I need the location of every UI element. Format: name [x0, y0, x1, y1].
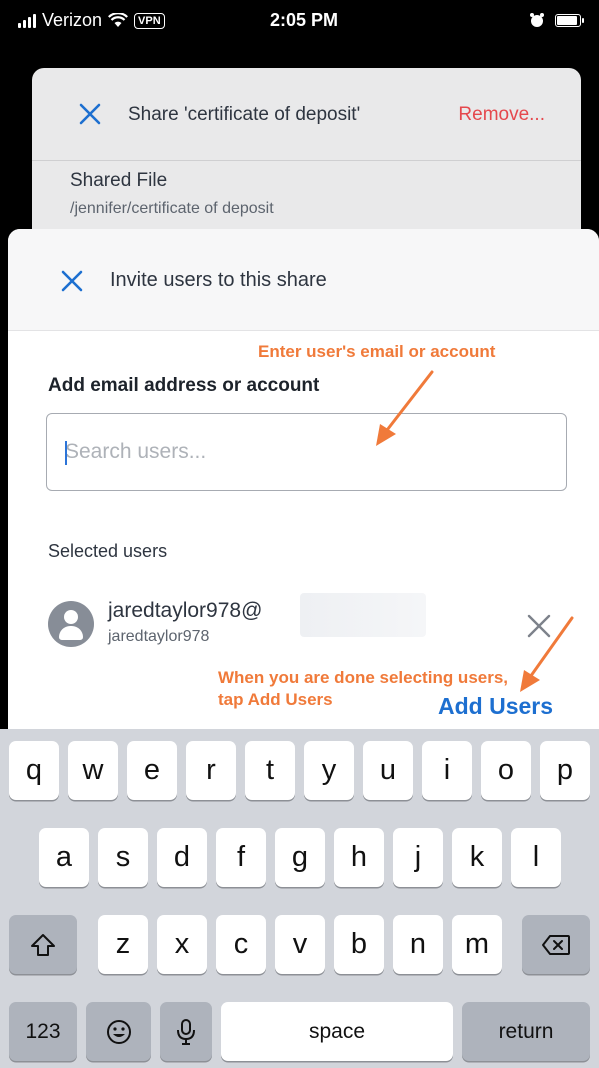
key-g[interactable]: g [275, 828, 325, 887]
key-j[interactable]: j [393, 828, 443, 887]
text-cursor [65, 441, 67, 465]
shared-file-path: /jennifer/certificate of deposit [70, 200, 274, 217]
key-e[interactable]: e [127, 741, 177, 800]
key-d[interactable]: d [157, 828, 207, 887]
selected-user-handle: jaredtaylor978 [108, 628, 210, 645]
status-left: Verizon VPN [18, 10, 165, 31]
key-h[interactable]: h [334, 828, 384, 887]
key-f[interactable]: f [216, 828, 266, 887]
key-b[interactable]: b [334, 915, 384, 974]
battery-icon [555, 13, 584, 27]
avatar [48, 601, 94, 647]
backspace-icon [542, 934, 570, 955]
space-key[interactable]: space [221, 1002, 453, 1061]
key-l[interactable]: l [511, 828, 561, 887]
add-users-button[interactable]: Add Users [438, 693, 553, 720]
email-hint-annotation: Enter user's email or account [258, 342, 496, 361]
vpn-badge: VPN [134, 12, 165, 29]
status-right [529, 12, 584, 28]
status-bar: Verizon VPN 2:05 PM [0, 0, 599, 48]
key-u[interactable]: u [363, 741, 413, 800]
selected-user-email: jaredtaylor978@ [108, 599, 263, 622]
microphone-icon [177, 1018, 195, 1045]
key-k[interactable]: k [452, 828, 502, 887]
numbers-key[interactable]: 123 [9, 1002, 77, 1061]
key-z[interactable]: z [98, 915, 148, 974]
signal-icon [18, 13, 36, 28]
key-v[interactable]: v [275, 915, 325, 974]
keyboard: q w e r t y u i o p a s d f g h j k l z … [0, 729, 599, 1068]
key-a[interactable]: a [39, 828, 89, 887]
alarm-icon [530, 13, 544, 27]
key-r[interactable]: r [186, 741, 236, 800]
field-label: Add email address or account [48, 375, 320, 396]
selected-users-label: Selected users [48, 541, 168, 561]
invite-header: Invite users to this share [8, 229, 599, 331]
emoji-key[interactable] [86, 1002, 151, 1061]
remove-button[interactable]: Remove... [458, 104, 545, 126]
key-i[interactable]: i [422, 741, 472, 800]
key-c[interactable]: c [216, 915, 266, 974]
carrier-label: Verizon [42, 10, 103, 30]
key-t[interactable]: t [245, 741, 295, 800]
key-n[interactable]: n [393, 915, 443, 974]
redacted-area [300, 593, 426, 637]
search-input[interactable] [46, 413, 567, 491]
shift-icon [31, 933, 55, 956]
remove-user-icon[interactable] [526, 613, 552, 639]
return-key[interactable]: return [462, 1002, 590, 1061]
share-header: Share 'certificate of deposit' Remove... [32, 68, 581, 161]
status-time: 2:05 PM [270, 10, 339, 30]
key-s[interactable]: s [98, 828, 148, 887]
key-p[interactable]: p [540, 741, 590, 800]
dictation-key[interactable] [160, 1002, 212, 1061]
share-title: Share 'certificate of deposit' [128, 104, 361, 125]
delete-key[interactable] [522, 915, 590, 974]
wifi-icon [108, 13, 129, 27]
key-x[interactable]: x [157, 915, 207, 974]
key-w[interactable]: w [68, 741, 118, 800]
key-q[interactable]: q [9, 741, 59, 800]
key-m[interactable]: m [452, 915, 502, 974]
close-icon[interactable] [60, 269, 84, 293]
shift-key[interactable] [9, 915, 77, 974]
emoji-icon [106, 1019, 131, 1044]
close-icon[interactable] [78, 102, 102, 126]
key-o[interactable]: o [481, 741, 531, 800]
invite-sheet: Invite users to this share Enter user's … [8, 229, 599, 729]
shared-file-label: Shared File [70, 170, 168, 191]
key-y[interactable]: y [304, 741, 354, 800]
invite-title: Invite users to this share [110, 269, 327, 291]
